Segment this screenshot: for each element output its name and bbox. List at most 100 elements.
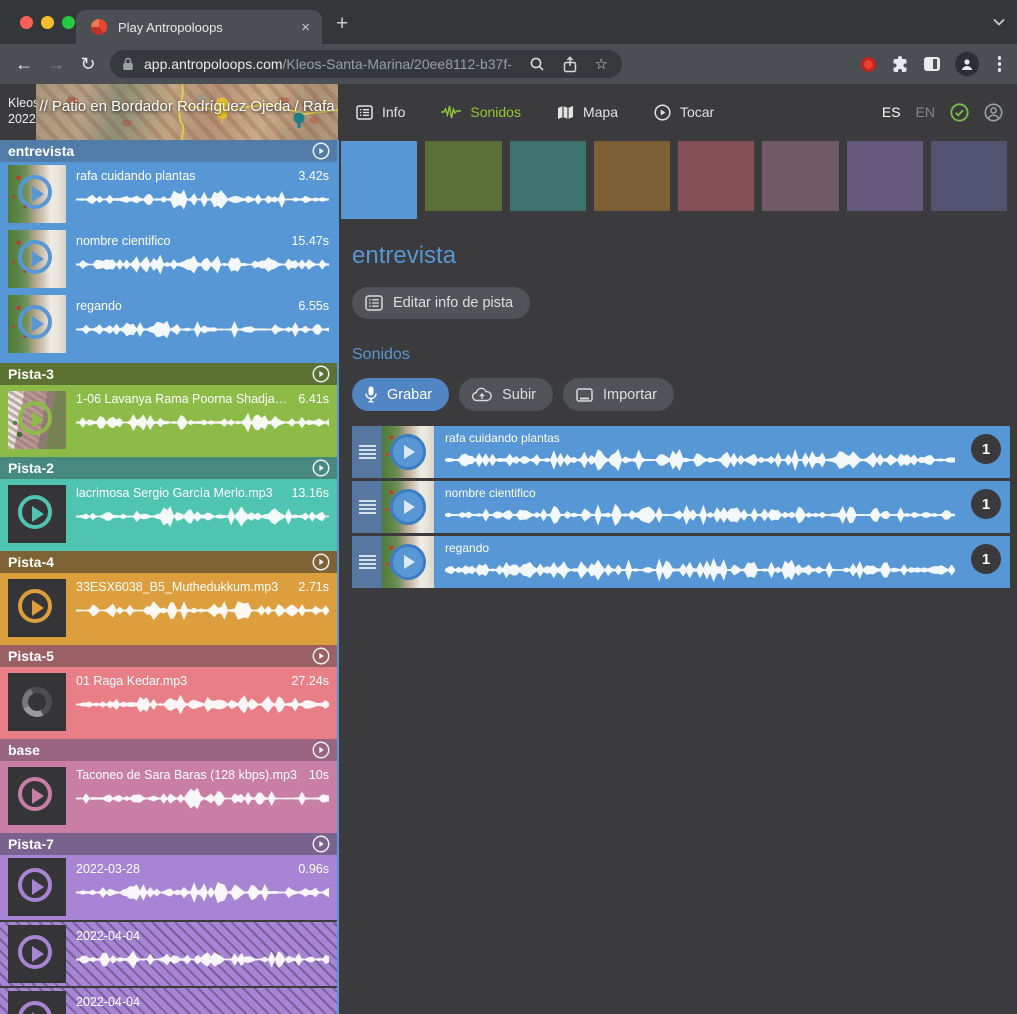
track-block[interactable] bbox=[931, 141, 1007, 211]
sound-thumbnail[interactable] bbox=[8, 485, 66, 543]
sound-thumbnail[interactable] bbox=[8, 165, 66, 223]
sound-thumbnail[interactable] bbox=[382, 536, 434, 588]
new-tab-button[interactable]: + bbox=[336, 12, 348, 36]
sound-item[interactable]: 2022-03-28 0.96s bbox=[0, 855, 337, 920]
sound-item[interactable]: 33ESX6038_B5_Muthedukkum.mp3 2.71s bbox=[0, 573, 337, 645]
account-icon[interactable] bbox=[984, 103, 1003, 122]
close-window-button[interactable] bbox=[20, 16, 33, 29]
record-button[interactable]: Grabar bbox=[352, 378, 449, 411]
track-header[interactable]: base bbox=[0, 739, 337, 761]
track-play-icon[interactable] bbox=[312, 142, 330, 160]
track-header[interactable]: Pista-2 bbox=[0, 457, 337, 479]
project-name[interactable]: Kleos 2022 bbox=[0, 96, 36, 127]
browser-menu-icon[interactable] bbox=[994, 56, 1006, 72]
import-button[interactable]: Importar bbox=[563, 378, 674, 411]
track-play-icon[interactable] bbox=[312, 647, 330, 665]
record-extension-icon[interactable] bbox=[861, 57, 876, 72]
sound-item-uploading[interactable]: 2022-04-04 bbox=[0, 922, 337, 986]
track-play-icon[interactable] bbox=[312, 365, 330, 383]
panel-sound-row[interactable]: nombre cientifico 1 bbox=[352, 481, 1010, 533]
track-play-icon[interactable] bbox=[312, 459, 330, 477]
zoom-icon[interactable] bbox=[529, 56, 545, 72]
sound-thumbnail[interactable] bbox=[8, 391, 66, 449]
sound-thumbnail[interactable] bbox=[8, 673, 66, 731]
track-block[interactable] bbox=[341, 141, 417, 219]
sound-title: rafa cuidando plantas bbox=[76, 169, 292, 183]
track-block[interactable] bbox=[425, 141, 501, 211]
sound-thumbnail[interactable] bbox=[382, 426, 434, 478]
upload-button[interactable]: Subir bbox=[459, 378, 553, 411]
panel-sound-row[interactable]: regando 1 bbox=[352, 536, 1010, 588]
drag-handle-icon bbox=[359, 555, 376, 569]
track-header[interactable]: Pista-5 bbox=[0, 645, 337, 667]
extensions-puzzle-icon[interactable] bbox=[891, 55, 909, 73]
drag-handle[interactable] bbox=[352, 536, 382, 588]
back-button[interactable]: ← bbox=[8, 54, 40, 75]
maximize-window-button[interactable] bbox=[62, 16, 75, 29]
loading-spinner bbox=[18, 683, 56, 721]
nav-tocar[interactable]: Tocar bbox=[654, 104, 714, 121]
track-header[interactable]: Pista-7 bbox=[0, 833, 337, 855]
sound-title: regando bbox=[76, 299, 292, 313]
sound-item[interactable]: regando 6.55s bbox=[0, 292, 337, 357]
sound-thumbnail[interactable] bbox=[8, 767, 66, 825]
share-icon[interactable] bbox=[562, 56, 578, 73]
waveform bbox=[445, 500, 955, 530]
forward-button[interactable]: → bbox=[40, 54, 72, 75]
sound-row-body: regando 1 bbox=[434, 536, 1010, 588]
track-header[interactable]: Pista-3 bbox=[0, 363, 337, 385]
tab-list-chevron-icon[interactable] bbox=[993, 18, 1005, 26]
sound-item[interactable]: 1-06 Lavanya Rama Poorna Shadjam Rupak..… bbox=[0, 385, 337, 457]
lang-es[interactable]: ES bbox=[882, 104, 901, 120]
nav-sonidos[interactable]: Sonidos bbox=[441, 104, 521, 120]
track-play-icon[interactable] bbox=[312, 553, 330, 571]
sound-item[interactable]: 01 Raga Kedar.mp3 27.24s bbox=[0, 667, 337, 739]
sound-item[interactable]: lacrimosa Sergio García Merlo.mp3 13.16s bbox=[0, 479, 337, 551]
drag-handle[interactable] bbox=[352, 481, 382, 533]
profile-avatar[interactable] bbox=[955, 52, 979, 76]
sound-thumbnail[interactable] bbox=[382, 481, 434, 533]
track-block[interactable] bbox=[678, 141, 754, 211]
address-bar[interactable]: app.antropoloops.com /Kleos-Santa-Marina… bbox=[110, 50, 622, 78]
sound-item[interactable]: nombre cientifico 15.47s bbox=[0, 227, 337, 292]
sound-thumbnail[interactable] bbox=[8, 858, 66, 916]
track-block[interactable] bbox=[847, 141, 923, 211]
reload-button[interactable]: ↻ bbox=[72, 54, 104, 75]
url-domain: app.antropoloops.com bbox=[144, 56, 283, 72]
side-panel-icon[interactable] bbox=[924, 57, 940, 71]
sound-thumbnail[interactable] bbox=[8, 991, 66, 1014]
map-preview-image[interactable]: // Patio en Bordador Rodríguez Ojeda / R… bbox=[36, 84, 338, 140]
tab-close-icon[interactable]: × bbox=[299, 19, 312, 36]
track-header[interactable]: Pista-4 bbox=[0, 551, 337, 573]
sound-item[interactable]: rafa cuidando plantas 3.42s bbox=[0, 162, 337, 227]
list-icon bbox=[356, 105, 373, 120]
panel-sound-row[interactable]: rafa cuidando plantas 1 bbox=[352, 426, 1010, 478]
sound-title: 33ESX6038_B5_Muthedukkum.mp3 bbox=[76, 580, 292, 594]
sound-item-uploading[interactable]: 2022-04-04 bbox=[0, 988, 337, 1014]
sound-thumbnail[interactable] bbox=[8, 579, 66, 637]
sound-thumbnail[interactable] bbox=[8, 295, 66, 353]
track-block[interactable] bbox=[594, 141, 670, 211]
sound-title: 01 Raga Kedar.mp3 bbox=[76, 674, 285, 688]
nav-info[interactable]: Info bbox=[356, 104, 405, 120]
sound-thumbnail[interactable] bbox=[8, 230, 66, 288]
track-play-icon[interactable] bbox=[312, 835, 330, 853]
edit-track-info-button[interactable]: Editar info de pista bbox=[352, 287, 530, 319]
sound-thumbnail[interactable] bbox=[8, 925, 66, 983]
edit-info-icon bbox=[365, 295, 383, 311]
sound-item[interactable]: Taconeo de Sara Baras (128 kbps).mp3 10s bbox=[0, 761, 337, 833]
track-block[interactable] bbox=[762, 141, 838, 211]
bookmark-star-icon[interactable]: ☆ bbox=[595, 55, 608, 73]
nav-mapa[interactable]: Mapa bbox=[557, 104, 618, 120]
play-overlay-icon bbox=[390, 544, 426, 580]
track-play-icon[interactable] bbox=[312, 741, 330, 759]
track-header[interactable]: entrevista bbox=[0, 140, 337, 162]
track-block[interactable] bbox=[510, 141, 586, 211]
drag-handle[interactable] bbox=[352, 426, 382, 478]
lang-en[interactable]: EN bbox=[916, 104, 935, 120]
sound-duration: 2.71s bbox=[298, 580, 329, 594]
browser-tab[interactable]: Play Antropoloops × bbox=[76, 10, 322, 44]
minimize-window-button[interactable] bbox=[41, 16, 54, 29]
waveform bbox=[76, 251, 329, 278]
tracks-sidebar: entrevista rafa cuidando plantas 3.4 bbox=[0, 140, 339, 1014]
